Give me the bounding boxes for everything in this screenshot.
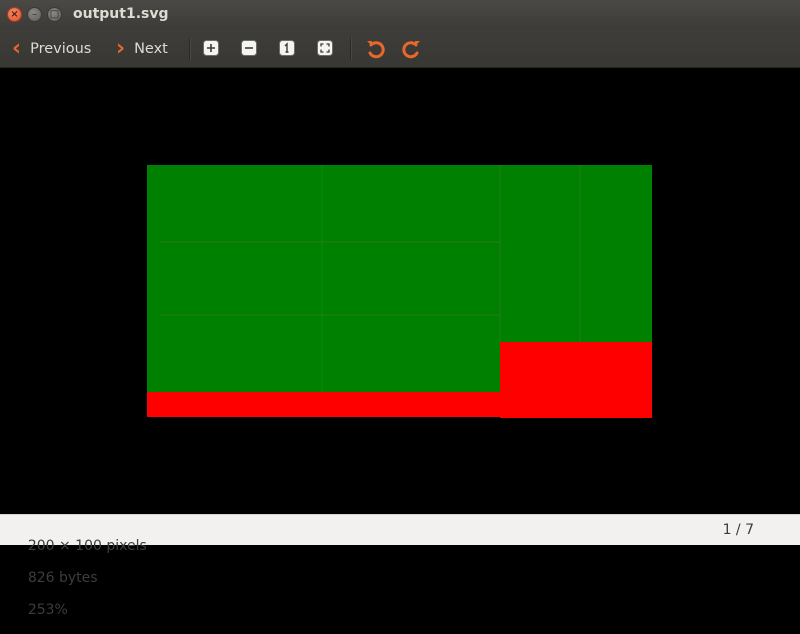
previous-button[interactable]: ‹ Previous [12,30,91,67]
status-bar: 200 × 100 pixels 826 bytes 253% 1 / 7 [0,514,800,618]
red-strip-bottom [147,392,652,417]
next-label: Next [134,40,168,57]
close-window-button[interactable]: × [7,7,22,22]
file-size: 826 bytes [27,570,98,586]
window-title: output1.svg [73,6,169,22]
zoom-out-icon[interactable] [240,39,258,57]
zoom-in-icon[interactable] [202,39,220,57]
chevron-right-icon: › [116,35,126,61]
image-viewer[interactable] [0,68,800,514]
rotate-right-icon[interactable] [401,37,423,59]
image-dimensions: 200 × 100 pixels [27,538,147,554]
title-bar: × – □ output1.svg [0,0,800,30]
zoom-level: 253% [27,602,68,618]
displayed-image [147,165,652,418]
zoom-fit-icon[interactable] [316,39,334,57]
page-indicator: 1 / 7 [722,522,754,538]
previous-label: Previous [30,40,92,57]
toolbar-separator [189,38,191,60]
rotate-left-icon[interactable] [364,37,386,59]
toolbar: ‹ Previous › Next [0,30,800,68]
toolbar-separator [350,38,352,60]
minimize-window-button[interactable]: – [27,7,42,22]
zoom-1to1-icon[interactable] [278,39,296,57]
next-button[interactable]: › Next [116,30,168,67]
maximize-window-button[interactable]: □ [47,7,62,22]
chevron-left-icon: ‹ [12,35,22,61]
